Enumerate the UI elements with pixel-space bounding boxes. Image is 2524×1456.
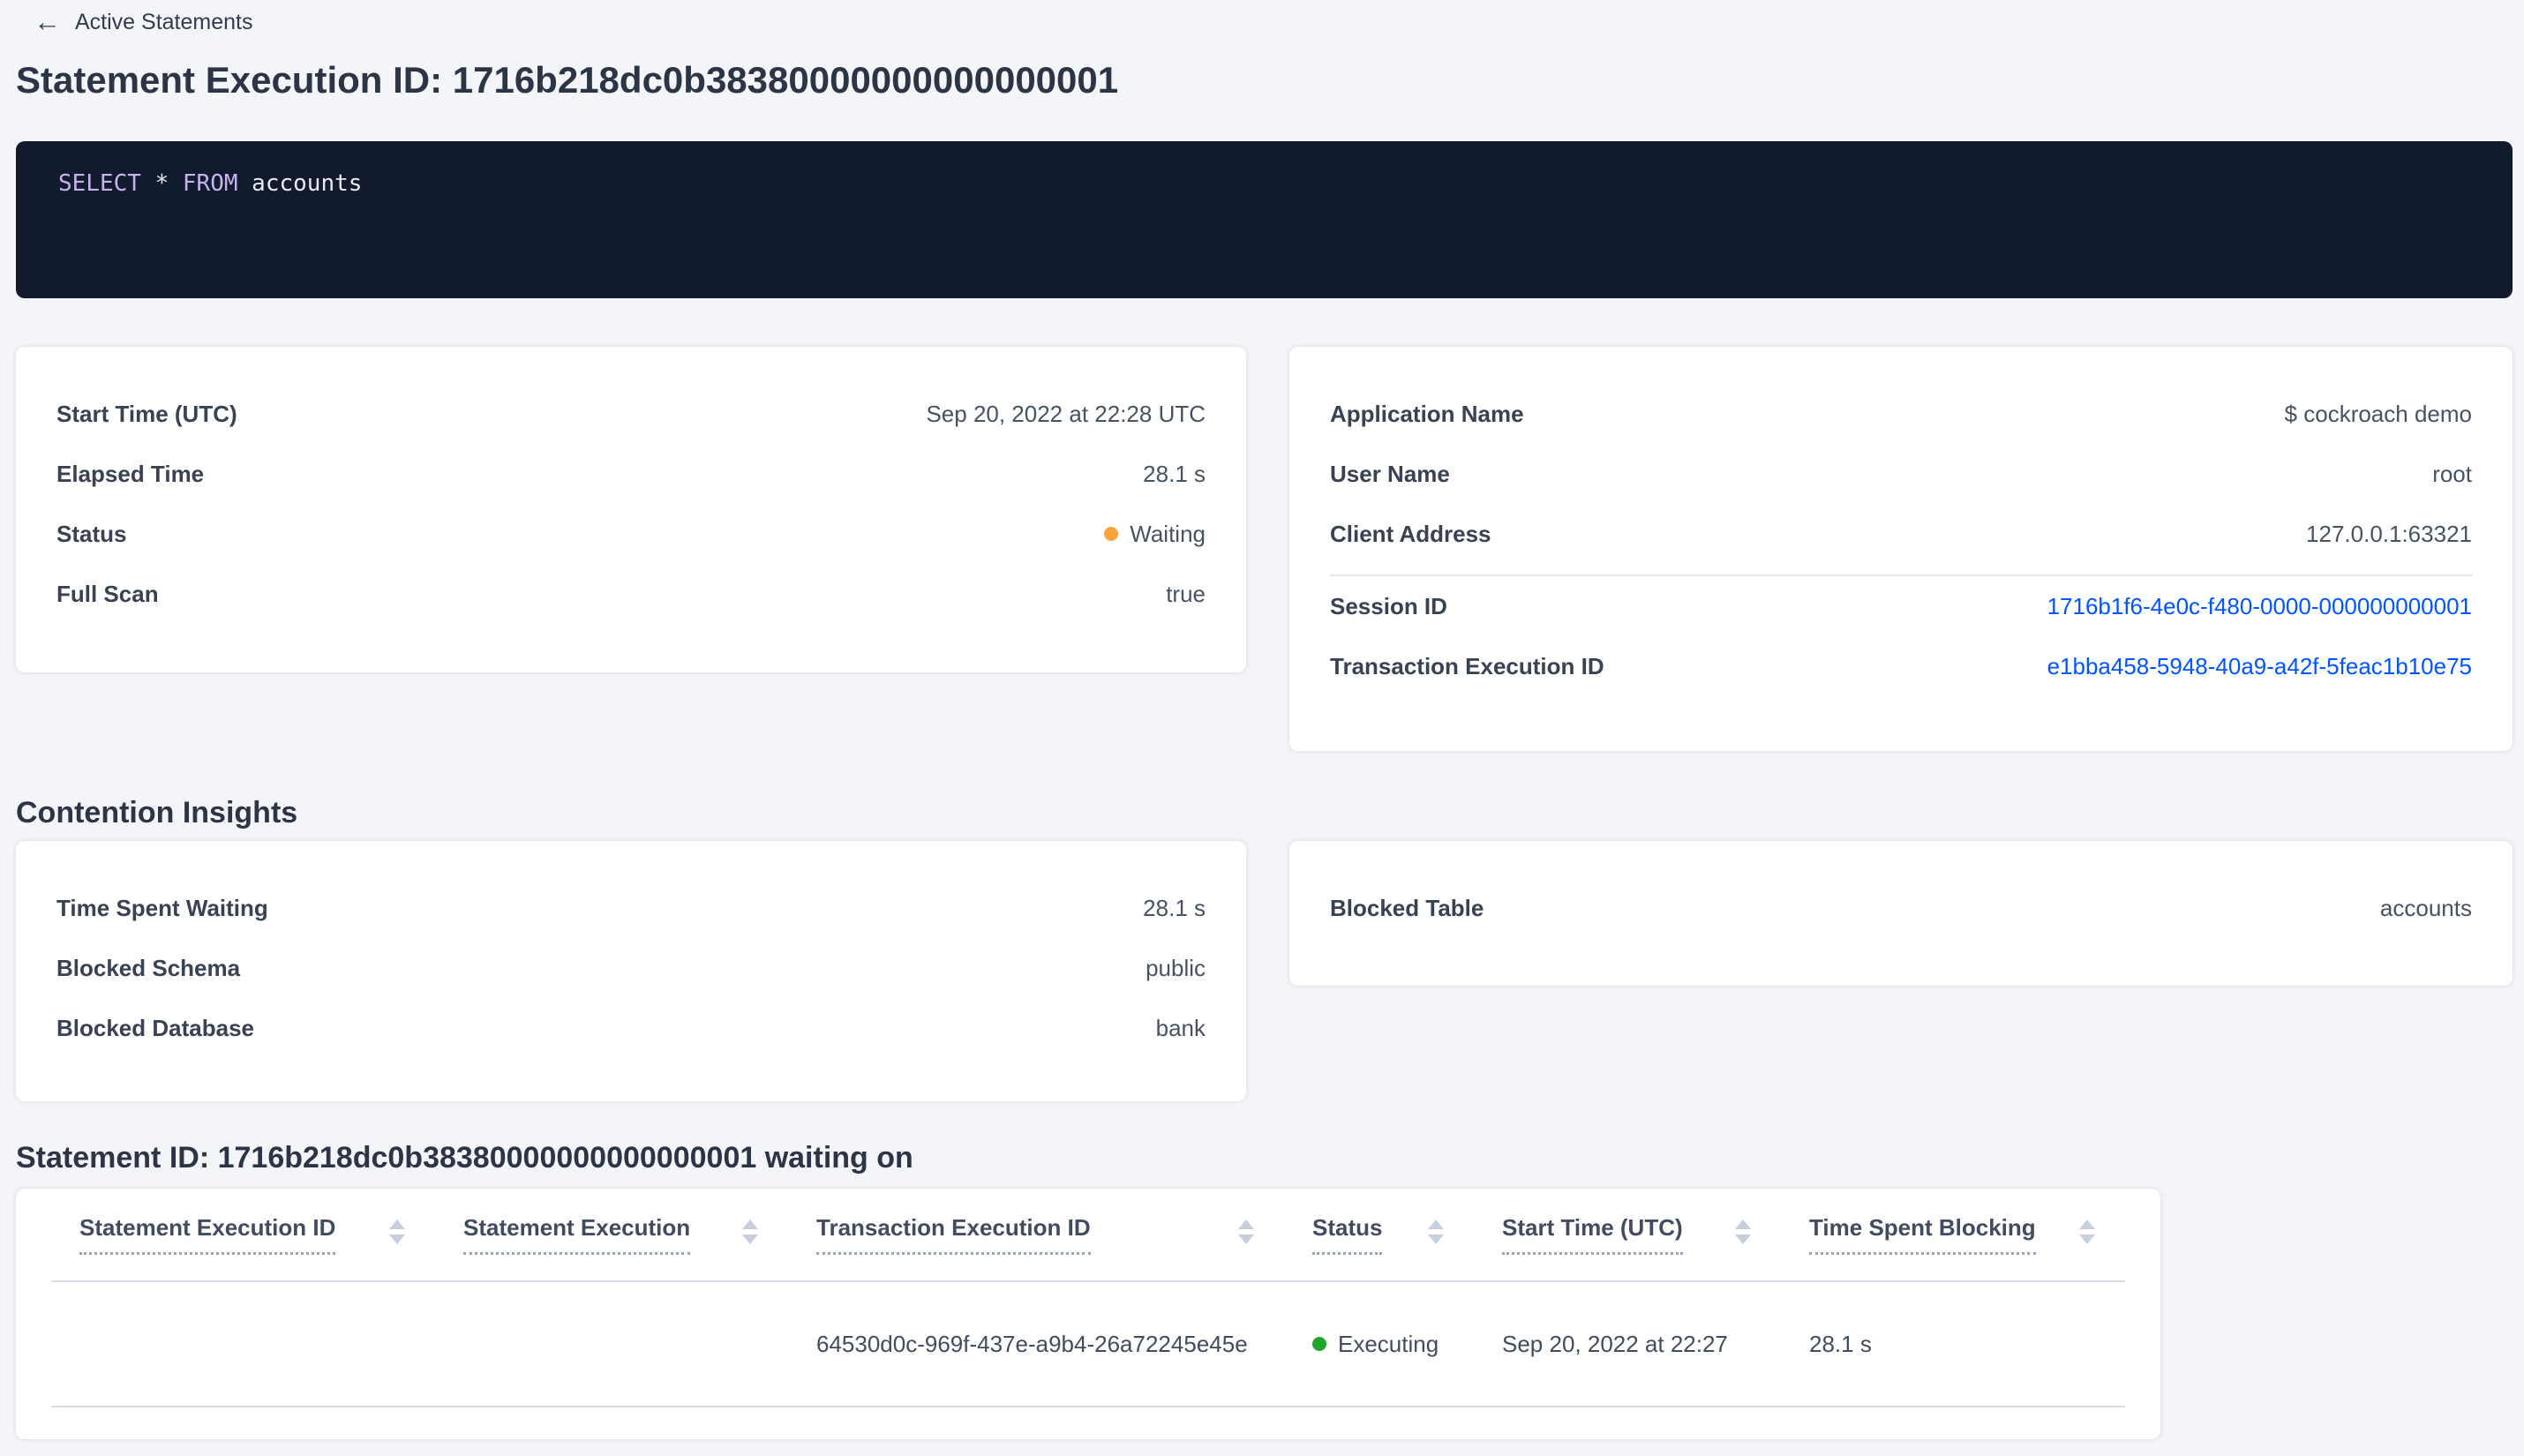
detail-row-status: Status Waiting [56, 504, 1206, 564]
contention-insights-heading: Contention Insights [16, 796, 298, 829]
arrow-left-icon: ← [34, 6, 61, 37]
caret-down-icon [2079, 1235, 2095, 1244]
cell-status: Executing [1284, 1331, 1474, 1358]
row-label: User Name [1330, 460, 1450, 487]
detail-row-start-time: Start Time (UTC) Sep 20, 2022 at 22:28 U… [56, 384, 1206, 444]
sort-icon [389, 1220, 405, 1244]
caret-up-icon [1238, 1220, 1254, 1229]
detail-row-session-id: Session ID 1716b1f6-4e0c-f480-0000-00000… [1330, 576, 2472, 636]
row-label: Full Scan [56, 580, 159, 607]
row-value: bank [1155, 1014, 1206, 1041]
session-id-link[interactable]: 1716b1f6-4e0c-f480-0000-000000000001 [2047, 593, 2472, 620]
waiting-status-dot-icon [1104, 527, 1119, 541]
caret-up-icon [742, 1220, 758, 1229]
column-header-time-spent-blocking[interactable]: Time Spent Blocking [1781, 1214, 2125, 1255]
overview-cards-row: Start Time (UTC) Sep 20, 2022 at 22:28 U… [16, 347, 2524, 751]
column-header-label: Statement Execution ID [79, 1214, 336, 1255]
sort-icon [1735, 1220, 1751, 1244]
caret-up-icon [2079, 1220, 2095, 1229]
back-link[interactable]: ← Active Statements [0, 0, 252, 35]
detail-row-user-name: User Name root [1330, 444, 2472, 504]
caret-down-icon [389, 1235, 405, 1244]
sql-table-name: accounts [252, 170, 363, 197]
row-label: Blocked Table [1330, 894, 1484, 921]
caret-down-icon [1238, 1235, 1254, 1244]
row-value: 127.0.0.1:63321 [2306, 520, 2472, 547]
column-header-statement-execution-id[interactable]: Statement Execution ID [51, 1214, 435, 1255]
detail-row-elapsed-time: Elapsed Time 28.1 s [56, 444, 1206, 504]
row-label: Transaction Execution ID [1330, 652, 1604, 679]
row-label: Blocked Schema [56, 954, 241, 981]
row-label: Start Time (UTC) [56, 400, 237, 427]
table-header-row: Statement Execution ID Statement Executi… [51, 1189, 2125, 1282]
row-label: Status [56, 520, 127, 547]
row-label: Time Spent Waiting [56, 894, 268, 921]
cell-time-spent-blocking: 28.1 s [1809, 1330, 1872, 1357]
column-header-status[interactable]: Status [1284, 1214, 1474, 1255]
caret-up-icon [389, 1220, 405, 1229]
execution-details-card: Start Time (UTC) Sep 20, 2022 at 22:28 U… [16, 347, 1246, 672]
caret-up-icon [1428, 1220, 1444, 1229]
cell-transaction-execution-id: 64530d0c-969f-437e-a9b4-26a72245e45e [816, 1330, 1248, 1357]
detail-row-blocked-database: Blocked Database bank [56, 998, 1206, 1058]
caret-down-icon [742, 1235, 758, 1244]
executing-status-dot-icon [1312, 1337, 1326, 1351]
back-link-label: Active Statements [75, 9, 253, 34]
row-value: Sep 20, 2022 at 22:28 UTC [926, 400, 1206, 427]
row-label: Client Address [1330, 520, 1491, 547]
contention-cards-row: Time Spent Waiting 28.1 s Blocked Schema… [16, 841, 2524, 1101]
column-header-label: Status [1312, 1214, 1383, 1255]
row-label: Application Name [1330, 400, 1524, 427]
column-header-statement-execution[interactable]: Statement Execution [435, 1214, 788, 1255]
row-value: $ cockroach demo [2284, 400, 2472, 427]
column-header-transaction-execution-id[interactable]: Transaction Execution ID [788, 1214, 1284, 1255]
blocked-table-card: Blocked Table accounts [1289, 841, 2513, 986]
row-value: root [2432, 460, 2472, 487]
row-value: 28.1 s [1143, 460, 1206, 487]
column-header-label: Transaction Execution ID [816, 1214, 1091, 1255]
contention-details-card: Time Spent Waiting 28.1 s Blocked Schema… [16, 841, 1246, 1101]
sort-icon [1428, 1220, 1444, 1244]
waiting-on-table-card: Statement Execution ID Statement Executi… [16, 1189, 2160, 1439]
caret-up-icon [1735, 1220, 1751, 1229]
row-value: true [1166, 580, 1206, 607]
session-details-card: Application Name $ cockroach demo User N… [1289, 347, 2513, 751]
detail-row-transaction-execution-id: Transaction Execution ID e1bba458-5948-4… [1330, 636, 2472, 696]
detail-row-time-spent-waiting: Time Spent Waiting 28.1 s [56, 878, 1206, 938]
sql-star: * [154, 170, 169, 197]
statement-execution-details-page: ← Active Statements Statement Execution … [0, 0, 2524, 1456]
column-header-label: Time Spent Blocking [1809, 1214, 2036, 1255]
sort-icon [742, 1220, 758, 1244]
sql-keyword: FROM [182, 170, 238, 197]
caret-down-icon [1428, 1235, 1444, 1244]
row-label: Blocked Database [56, 1014, 254, 1041]
detail-row-application-name: Application Name $ cockroach demo [1330, 384, 2472, 444]
cell-start-time: Sep 20, 2022 at 22:27 [1502, 1330, 1728, 1357]
sql-statement-box: SELECT * FROM accounts [16, 141, 2513, 298]
waiting-on-heading: Statement ID: 1716b218dc0b38380000000000… [16, 1141, 913, 1175]
transaction-execution-id-link[interactable]: e1bba458-5948-40a9-a42f-5feac1b10e75 [2047, 653, 2472, 680]
detail-row-client-address: Client Address 127.0.0.1:63321 [1330, 504, 2472, 564]
sql-keyword: SELECT [58, 170, 141, 197]
row-value: public [1146, 954, 1206, 981]
detail-row-full-scan: Full Scan true [56, 564, 1206, 624]
row-label: Session ID [1330, 592, 1447, 619]
row-value: 28.1 s [1143, 894, 1206, 921]
detail-row-blocked-schema: Blocked Schema public [56, 938, 1206, 998]
row-value: accounts [2379, 894, 2472, 921]
sort-icon [2079, 1220, 2095, 1244]
detail-row-blocked-table: Blocked Table accounts [1330, 878, 2472, 938]
column-header-label: Statement Execution [463, 1214, 691, 1255]
table-row: 64530d0c-969f-437e-a9b4-26a72245e45e Exe… [51, 1282, 2125, 1407]
row-label: Elapsed Time [56, 460, 205, 487]
caret-down-icon [1735, 1235, 1751, 1244]
status-text: Executing [1338, 1330, 1439, 1357]
column-header-start-time[interactable]: Start Time (UTC) [1474, 1214, 1781, 1255]
status-text: Waiting [1130, 520, 1206, 547]
status-badge: Waiting [1104, 521, 1206, 548]
sort-icon [1238, 1220, 1254, 1244]
page-title: Statement Execution ID: 1716b218dc0b3838… [16, 59, 1119, 101]
column-header-label: Start Time (UTC) [1502, 1214, 1683, 1255]
